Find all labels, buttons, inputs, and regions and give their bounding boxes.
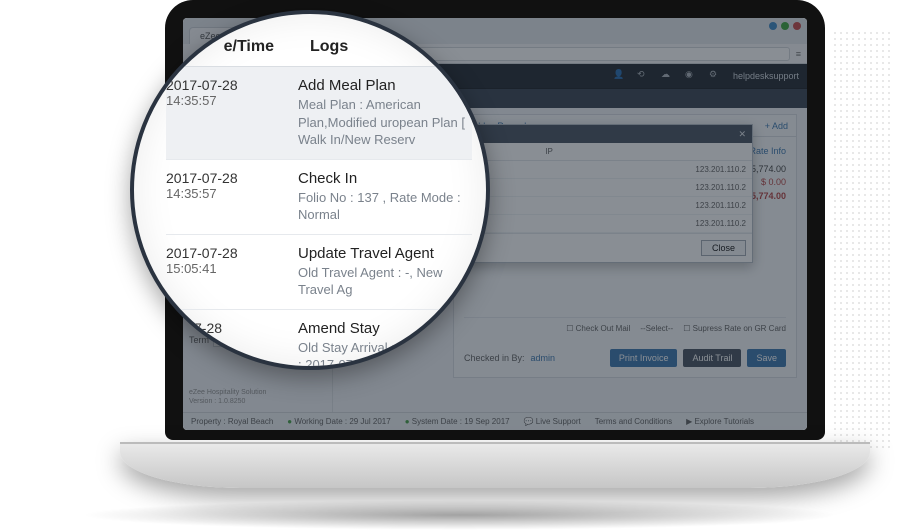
log-row[interactable]: 2017-07-28 14:35:57 Check In Folio No : … xyxy=(166,160,472,235)
log-detail: Old Stay Arrival : 2017-07-28 : 2017-07-… xyxy=(298,339,472,370)
log-date: 2017-07-28 xyxy=(166,77,274,93)
popup-col-ip: IP xyxy=(524,143,574,160)
footer-system-date: System Date : 19 Sep 2017 xyxy=(405,417,510,426)
log-row[interactable]: 17-07-28 04 Amend Stay Old Stay Arrival … xyxy=(166,310,472,370)
minimize-icon[interactable] xyxy=(769,22,777,30)
window-controls[interactable] xyxy=(769,22,801,30)
print-invoice-button[interactable]: Print Invoice xyxy=(610,349,678,367)
log-row[interactable]: 2017-07-28 14:35:57 Add Meal Plan Meal P… xyxy=(166,67,472,160)
checked-in-value: admin xyxy=(531,353,556,363)
maximize-icon[interactable] xyxy=(781,22,789,30)
audit-trail-button[interactable]: Audit Trail xyxy=(683,349,741,367)
footer-live-support[interactable]: 💬 Live Support xyxy=(524,417,581,426)
log-row[interactable]: 2017-07-28 15:05:41 Update Travel Agent … xyxy=(166,235,472,310)
popup-close-icon[interactable]: ✕ xyxy=(738,129,746,140)
magnifier-lens: e/Time Logs 2017-07-28 14:35:57 Add Meal… xyxy=(130,10,490,370)
close-icon[interactable] xyxy=(793,22,801,30)
log-detail: Old Travel Agent : -, New Travel Ag xyxy=(298,264,472,299)
popup-close-button[interactable]: Close xyxy=(701,240,746,256)
select-placeholder[interactable]: --Select-- xyxy=(640,324,673,333)
footer-working-date: Working Date : 29 Jul 2017 xyxy=(287,417,390,426)
footer-property: Property : Royal Beach xyxy=(191,417,273,426)
cloud-icon[interactable]: ☁ xyxy=(661,69,675,83)
footer-tutorials[interactable]: ▶ Explore Tutorials xyxy=(686,417,754,426)
share-icon[interactable]: ⟲ xyxy=(637,69,651,83)
log-date: 2017-07-28 xyxy=(166,245,274,261)
user-label[interactable]: helpdesksupport xyxy=(733,71,799,81)
checkout-mail-check[interactable]: Check Out Mail xyxy=(566,324,630,333)
mag-head-time: e/Time xyxy=(166,38,274,56)
gear-icon[interactable]: ⚙ xyxy=(709,69,723,83)
popup-row: 123.201.110.2 xyxy=(454,215,752,233)
log-title: Update Travel Agent xyxy=(298,245,472,262)
mag-head-logs: Logs xyxy=(310,38,348,56)
save-button[interactable]: Save xyxy=(747,349,786,367)
eye-icon[interactable]: ◉ xyxy=(685,69,699,83)
log-title: Check In xyxy=(298,170,472,187)
plus-add[interactable]: + Add xyxy=(765,121,788,131)
suppress-rate-check[interactable]: Supress Rate on GR Card xyxy=(683,324,786,333)
log-date: 17-07-28 xyxy=(166,320,274,336)
sidebar-footer: eZee Hospitality Solution Version : 1.0.… xyxy=(189,388,326,406)
audit-trail-popup: ✕ + Add IP 123.201.110.2 123.201.110.2 1… xyxy=(453,124,753,263)
log-detail: Folio No : 137 , Rate Mode : Normal xyxy=(298,189,472,224)
popup-row: 123.201.110.2 xyxy=(454,161,752,179)
popup-row: 123.201.110.2 xyxy=(454,179,752,197)
log-title: Amend Stay xyxy=(298,320,472,337)
user-icon[interactable]: 👤 xyxy=(613,69,627,83)
log-date: 2017-07-28 xyxy=(166,170,274,186)
log-time: 04 xyxy=(166,336,274,351)
browser-menu-icon[interactable]: ≡ xyxy=(796,49,801,59)
log-time: 14:35:57 xyxy=(166,93,274,108)
checked-in-label: Checked in By: xyxy=(464,353,525,363)
popup-row: 123.201.110.2 xyxy=(454,197,752,215)
log-time: 15:05:41 xyxy=(166,261,274,276)
log-time: 14:35:57 xyxy=(166,186,274,201)
log-title: Add Meal Plan xyxy=(298,77,472,94)
status-bar: Property : Royal Beach Working Date : 29… xyxy=(183,412,807,430)
footer-terms[interactable]: Terms and Conditions xyxy=(595,417,672,426)
log-detail: Meal Plan : American Plan,Modified urope… xyxy=(298,96,472,149)
